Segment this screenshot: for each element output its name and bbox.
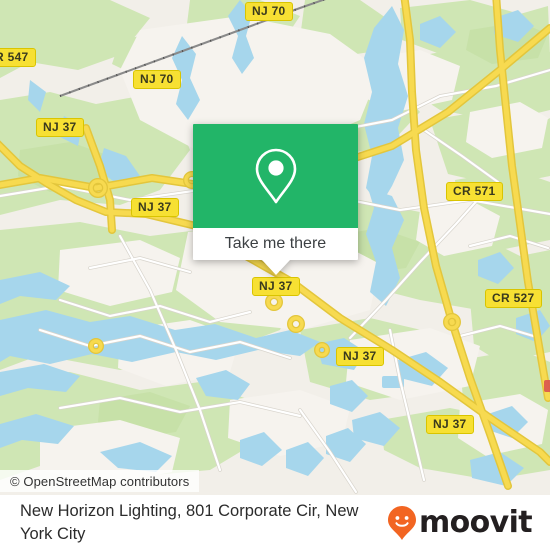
- callout-header: [193, 124, 358, 228]
- map-callout[interactable]: Take me there: [193, 124, 358, 275]
- take-me-there-button[interactable]: Take me there: [193, 228, 358, 260]
- road-shield: CR 527: [485, 289, 542, 308]
- road-shield-label: NJ 70: [133, 70, 181, 89]
- map-canvas[interactable]: NJ 70 R 547 NJ 70 NJ 37 NJ 37 CR 571 NJ …: [0, 0, 550, 495]
- moovit-wordmark: moovit: [418, 505, 533, 540]
- road-shield-label: NJ 37: [426, 415, 474, 434]
- road-shield-label: NJ 37: [131, 198, 179, 217]
- road-shield: NJ 37: [36, 118, 84, 137]
- road-shield-label: NJ 37: [336, 347, 384, 366]
- road-shield-label: R 547: [0, 48, 36, 67]
- take-me-there-label: Take me there: [224, 235, 327, 252]
- road-shield: CR 571: [446, 182, 503, 201]
- road-shield: NJ 37: [131, 198, 179, 217]
- osm-attribution[interactable]: © OpenStreetMap contributors: [0, 470, 200, 492]
- bottom-info-bar: New Horizon Lighting, 801 Corporate Cir,…: [0, 495, 550, 550]
- road-shield-label: CR 571: [446, 182, 503, 201]
- poi-marker-red: [544, 380, 550, 392]
- callout-tail: [261, 260, 290, 275]
- place-name: New Horizon Lighting, 801 Corporate Cir,…: [20, 501, 359, 543]
- road-shield-label: CR 527: [485, 289, 542, 308]
- road-shield: NJ 70: [245, 2, 293, 21]
- road-shield: R 547: [0, 48, 36, 67]
- osm-attribution-text: © OpenStreetMap contributors: [10, 473, 190, 489]
- road-shield: NJ 37: [252, 277, 300, 296]
- moovit-pin-icon: [387, 505, 416, 540]
- road-shield-label: NJ 37: [252, 277, 300, 296]
- road-shield-label: NJ 37: [36, 118, 84, 137]
- map-pin-icon: [255, 148, 296, 204]
- moovit-logo[interactable]: moovit: [387, 505, 550, 541]
- road-shield: NJ 70: [133, 70, 181, 89]
- road-shield-label: NJ 70: [245, 2, 293, 21]
- road-shield: NJ 37: [336, 347, 384, 366]
- map-screenshot: NJ 70 R 547 NJ 70 NJ 37 NJ 37 CR 571 NJ …: [0, 0, 550, 550]
- road-shield: NJ 37: [426, 415, 474, 434]
